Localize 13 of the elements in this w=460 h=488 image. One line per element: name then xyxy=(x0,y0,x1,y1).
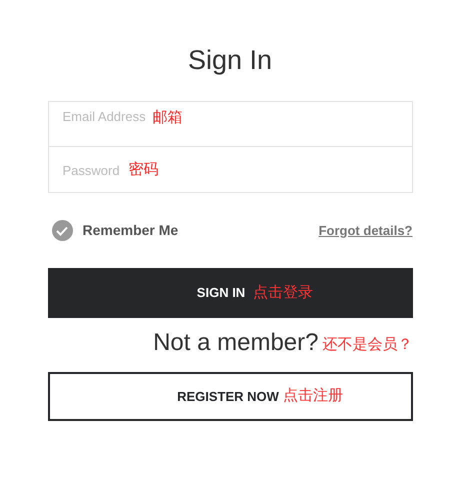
forgot-details-link[interactable]: Forgot details? xyxy=(318,220,412,240)
password-field[interactable]: Password xyxy=(62,160,128,180)
remember-checkbox[interactable] xyxy=(52,220,72,241)
remember-label: Remember Me xyxy=(82,221,178,240)
member-prompt: Not a member? xyxy=(153,328,318,358)
page-title: Sign In xyxy=(188,44,272,76)
prompt-annotation: 还不是会员？ xyxy=(322,334,412,354)
checkmark-icon xyxy=(56,226,68,236)
field-annotation: 密码 xyxy=(128,160,158,180)
email-field[interactable]: Email Address xyxy=(62,107,152,126)
sign-in-button[interactable]: SIGN IN 点击登录 xyxy=(48,268,412,318)
field-annotation: 邮箱 xyxy=(152,108,182,128)
register-button[interactable]: REGISTER NOW 点击注册 xyxy=(48,372,412,421)
